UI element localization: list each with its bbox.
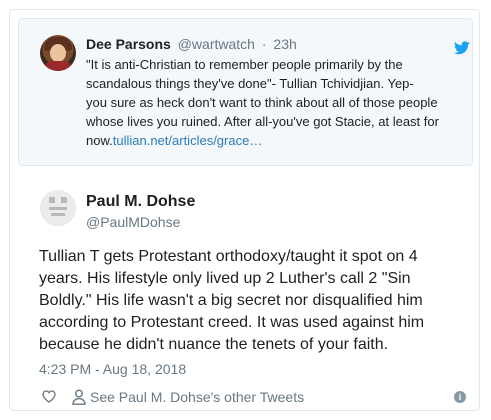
other-tweets-link[interactable]: See Paul M. Dohse's other Tweets (72, 388, 304, 406)
quoted-text-prefix: now. (86, 133, 113, 148)
author-avatar[interactable] (40, 190, 76, 226)
quoted-tweet-link[interactable]: tullian.net/articles/grace… (113, 133, 263, 148)
quoted-tweet-time[interactable]: 23h (273, 36, 296, 52)
quoted-text-line: scandalous things they've done"- Tullian… (86, 76, 414, 91)
author-name[interactable]: Paul M. Dohse (86, 192, 195, 212)
author-handle[interactable]: @PaulMDohse (86, 213, 180, 231)
quoted-text-line: now.tullian.net/articles/grace… (86, 131, 468, 150)
tweet-text-line: according to Protestant creed. It was us… (39, 314, 425, 331)
quoted-tweet[interactable]: Dee Parsons @wartwatch · 23h "It is anti… (18, 18, 473, 166)
tweet-text-line: because he didn't nuance the tenets of y… (39, 336, 389, 353)
quoted-text-line: you sure as heck don't want to think abo… (86, 95, 438, 110)
quoted-tweet-text: "It is anti-Christian to remember people… (86, 55, 468, 150)
tweet-text-line: Boldly." His life wasn't a big secret no… (39, 292, 423, 309)
quoted-text-line: "It is anti-Christian to remember people… (86, 57, 403, 72)
embedded-tweet-card: Dee Parsons @wartwatch · 23h "It is anti… (9, 9, 480, 411)
other-tweets-label[interactable]: See Paul M. Dohse's other Tweets (90, 389, 304, 405)
tweet-timestamp[interactable]: 4:23 PM - Aug 18, 2018 (39, 360, 186, 378)
quoted-tweet-header: Dee Parsons @wartwatch · 23h (86, 35, 297, 53)
heart-icon[interactable] (41, 389, 57, 403)
twitter-bird-icon[interactable] (454, 41, 470, 55)
tweet-text-line: years. His lifestyle only lived up 2 Lut… (39, 270, 411, 287)
info-icon[interactable]: i (454, 391, 466, 403)
person-icon (72, 389, 86, 405)
quoted-text-line: whose lives you ruined. After all-you've… (86, 114, 439, 129)
tweet-text-line: Tullian T gets Protestant orthodoxy/taug… (39, 248, 418, 265)
quoted-author-name[interactable]: Dee Parsons (86, 36, 171, 52)
quoted-author-avatar[interactable] (40, 35, 76, 71)
tweet-text: Tullian T gets Protestant orthodoxy/taug… (39, 246, 479, 356)
quoted-author-handle[interactable]: @wartwatch (178, 36, 255, 52)
header-separator: · (261, 36, 267, 52)
